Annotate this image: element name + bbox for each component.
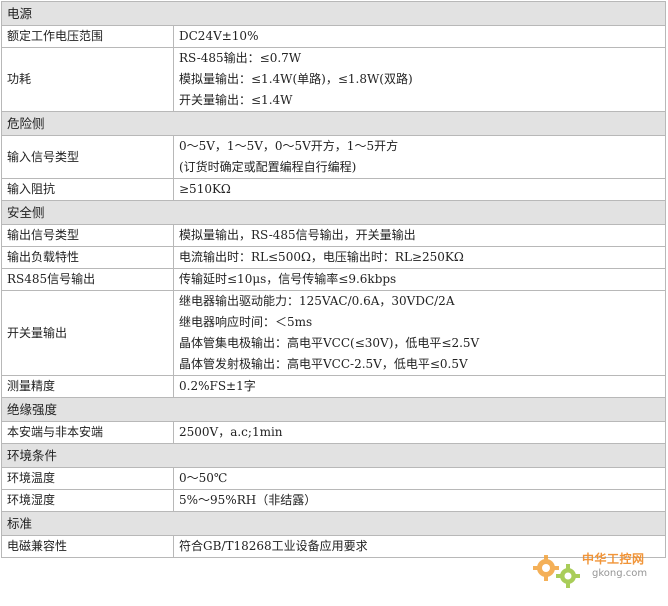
section-header: 标准 [1,511,666,536]
spec-value: ≥510KΩ [173,178,666,201]
spec-value: 电流输出时：RL≤500Ω，电压输出时：RL≥250KΩ [173,246,666,269]
spec-value-line: 0～50℃ [179,471,228,485]
spec-value-line: RS-485输出：≤0.7W [179,51,302,65]
spec-row: 输出信号类型 模拟量输出，RS-485信号输出，开关量输出 [1,224,666,247]
spec-value-line: 继电器响应时间：＜5ms [179,315,313,329]
spec-value-line: ≥510KΩ [179,182,231,196]
spec-label: 本安端与非本安端 [1,421,174,444]
spec-row: 测量精度 0.2%FS±1字 [1,375,666,398]
spec-label: 环境温度 [1,467,174,490]
spec-label: 功耗 [1,47,174,112]
spec-row: 本安端与非本安端 2500V，a.c;1min [1,421,666,444]
spec-label: 输入信号类型 [1,135,174,179]
section-header: 电源 [1,1,666,26]
spec-row: 额定工作电压范围 DC24V±10% [1,25,666,48]
spec-value-line: 晶体管集电极输出：高电平VCC(≤30V)，低电平≤2.5V [179,336,480,350]
spec-table: 电源 额定工作电压范围 DC24V±10% 功耗 RS-485输出：≤0.7W 模拟量输出… [1,1,666,558]
spec-value-line: 模拟量输出：≤1.4W(单路)，≤1.8W(双路) [179,72,413,86]
spec-row: 电磁兼容性 符合GB/T18268工业设备应用要求 [1,535,666,558]
spec-label: 电磁兼容性 [1,535,174,558]
spec-value: 2500V，a.c;1min [173,421,666,444]
section-title: 绝缘强度 [1,397,666,422]
section-title: 危险侧 [1,111,666,136]
spec-label: 开关量输出 [1,290,174,376]
spec-row: 开关量输出 继电器输出驱动能力：125VAC/0.6A，30VDC/2A 继电器响应… [1,290,666,376]
spec-value: 继电器输出驱动能力：125VAC/0.6A，30VDC/2A 继电器响应时间：＜5… [173,290,666,376]
spec-value: DC24V±10% [173,25,666,48]
spec-label: 输出信号类型 [1,224,174,247]
spec-label: 额定工作电压范围 [1,25,174,48]
spec-label: 环境湿度 [1,489,174,512]
spec-label: 测量精度 [1,375,174,398]
spec-value: 0～5V，1～5V，0～5V开方，1～5开方 (订货时确定或配置编程自行编程) [173,135,666,179]
spec-row: 输入信号类型 0～5V，1～5V，0～5V开方，1～5开方 (订货时确定或配置编程自… [1,135,666,179]
watermark-site: gkong.com [592,568,648,579]
spec-value: 模拟量输出，RS-485信号输出，开关量输出 [173,224,666,247]
section-title: 标准 [1,511,666,536]
spec-value: 5%～95%RH（非结露） [173,489,666,512]
section-title: 安全侧 [1,200,666,225]
spec-label: RS485信号输出 [1,268,174,291]
spec-value-line: 0～5V，1～5V，0～5V开方，1～5开方 [179,139,399,153]
spec-row: 输入阻抗 ≥510KΩ [1,178,666,201]
spec-value: 传输延时≤10μs，信号传输率≤9.6kbps [173,268,666,291]
spec-value-line: 电流输出时：RL≤500Ω，电压输出时：RL≥250KΩ [179,250,464,264]
spec-value-line: (订货时确定或配置编程自行编程) [179,160,357,174]
spec-value-line: 开关量输出：≤1.4W [179,93,293,107]
section-title: 环境条件 [1,443,666,468]
spec-value-line: 晶体管发射极输出：高电平VCC-2.5V，低电平≤0.5V [179,357,468,371]
spec-value-line: 2500V，a.c;1min [179,425,283,439]
spec-value: 0～50℃ [173,467,666,490]
spec-value: RS-485输出：≤0.7W 模拟量输出：≤1.4W(单路)，≤1.8W(双路) 开… [173,47,666,112]
spec-value-line: 继电器输出驱动能力：125VAC/0.6A，30VDC/2A [179,294,455,308]
spec-value-line: 符合GB/T18268工业设备应用要求 [179,539,368,553]
spec-value-line: DC24V±10% [179,29,259,43]
spec-label: 输入阻抗 [1,178,174,201]
spec-table-body: 电源 额定工作电压范围 DC24V±10% 功耗 RS-485输出：≤0.7W 模拟量输出… [1,1,666,558]
section-header: 环境条件 [1,443,666,468]
spec-value-line: 模拟量输出，RS-485信号输出，开关量输出 [179,228,416,242]
spec-value-line: 0.2%FS±1字 [179,379,256,393]
section-header: 安全侧 [1,200,666,225]
spec-label: 输出负载特性 [1,246,174,269]
spec-row: 环境温度 0～50℃ [1,467,666,490]
section-header: 危险侧 [1,111,666,136]
spec-row: 环境湿度 5%～95%RH（非结露） [1,489,666,512]
section-header: 绝缘强度 [1,397,666,422]
spec-row: RS485信号输出 传输延时≤10μs，信号传输率≤9.6kbps [1,268,666,291]
section-title: 电源 [1,1,666,26]
spec-row: 功耗 RS-485输出：≤0.7W 模拟量输出：≤1.4W(单路)，≤1.8W(双路… [1,47,666,112]
spec-value-line: 传输延时≤10μs，信号传输率≤9.6kbps [179,272,397,286]
spec-value-line: 5%～95%RH（非结露） [179,493,317,507]
spec-value: 0.2%FS±1字 [173,375,666,398]
spec-value: 符合GB/T18268工业设备应用要求 [173,535,666,558]
spec-row: 输出负载特性 电流输出时：RL≤500Ω，电压输出时：RL≥250KΩ [1,246,666,269]
